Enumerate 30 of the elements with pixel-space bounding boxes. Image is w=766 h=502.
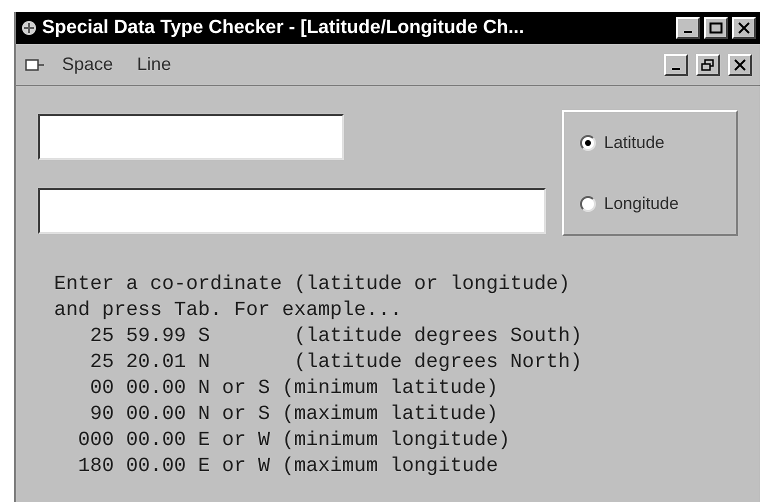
- restore-icon: [701, 58, 715, 70]
- close-icon: [737, 22, 751, 34]
- result-field[interactable]: [38, 188, 546, 234]
- instruction-line: 25 20.01 N (latitude degrees North): [89, 350, 584, 376]
- instruction-line: and press Tab. For example...: [54, 298, 404, 324]
- radio-button[interactable]: [580, 134, 596, 150]
- minimize-icon: [684, 31, 692, 33]
- instruction-line: 00 00.00 N or S (minimum latitude): [89, 376, 500, 402]
- menu-item[interactable]: Space: [54, 51, 122, 78]
- minimize-button[interactable]: [664, 54, 688, 76]
- maximize-button[interactable]: [704, 17, 728, 39]
- maximize-icon: [709, 22, 723, 34]
- instruction-line: 90 00.00 N or S (maximum latitude): [89, 402, 500, 428]
- menu-item[interactable]: Line: [129, 51, 180, 78]
- instruction-line: Enter a co-ordinate (latitude or longitude): [54, 272, 572, 298]
- close-button[interactable]: [728, 54, 752, 76]
- instruction-line: 25 59.99 S (latitude degrees South): [89, 324, 584, 350]
- close-button[interactable]: [732, 17, 756, 39]
- app-icon: [20, 19, 38, 37]
- minimize-button[interactable]: [676, 17, 700, 39]
- minimize-icon: [672, 68, 680, 70]
- instruction-line: 180 00.00 E or W (maximum longitude: [77, 454, 500, 480]
- radio-option[interactable]: Latitude: [580, 130, 720, 156]
- restore-button[interactable]: [696, 54, 720, 76]
- coordinate-field[interactable]: [38, 114, 344, 160]
- close-icon: [733, 58, 747, 70]
- window-title: Special Data Type Checker - [Latitude/Longitude Ch...: [42, 16, 526, 40]
- radio-button[interactable]: [580, 196, 596, 212]
- radio-option[interactable]: Longitude: [580, 190, 720, 216]
- instruction-line: 000 00.00 E or W (minimum longitude): [77, 428, 512, 454]
